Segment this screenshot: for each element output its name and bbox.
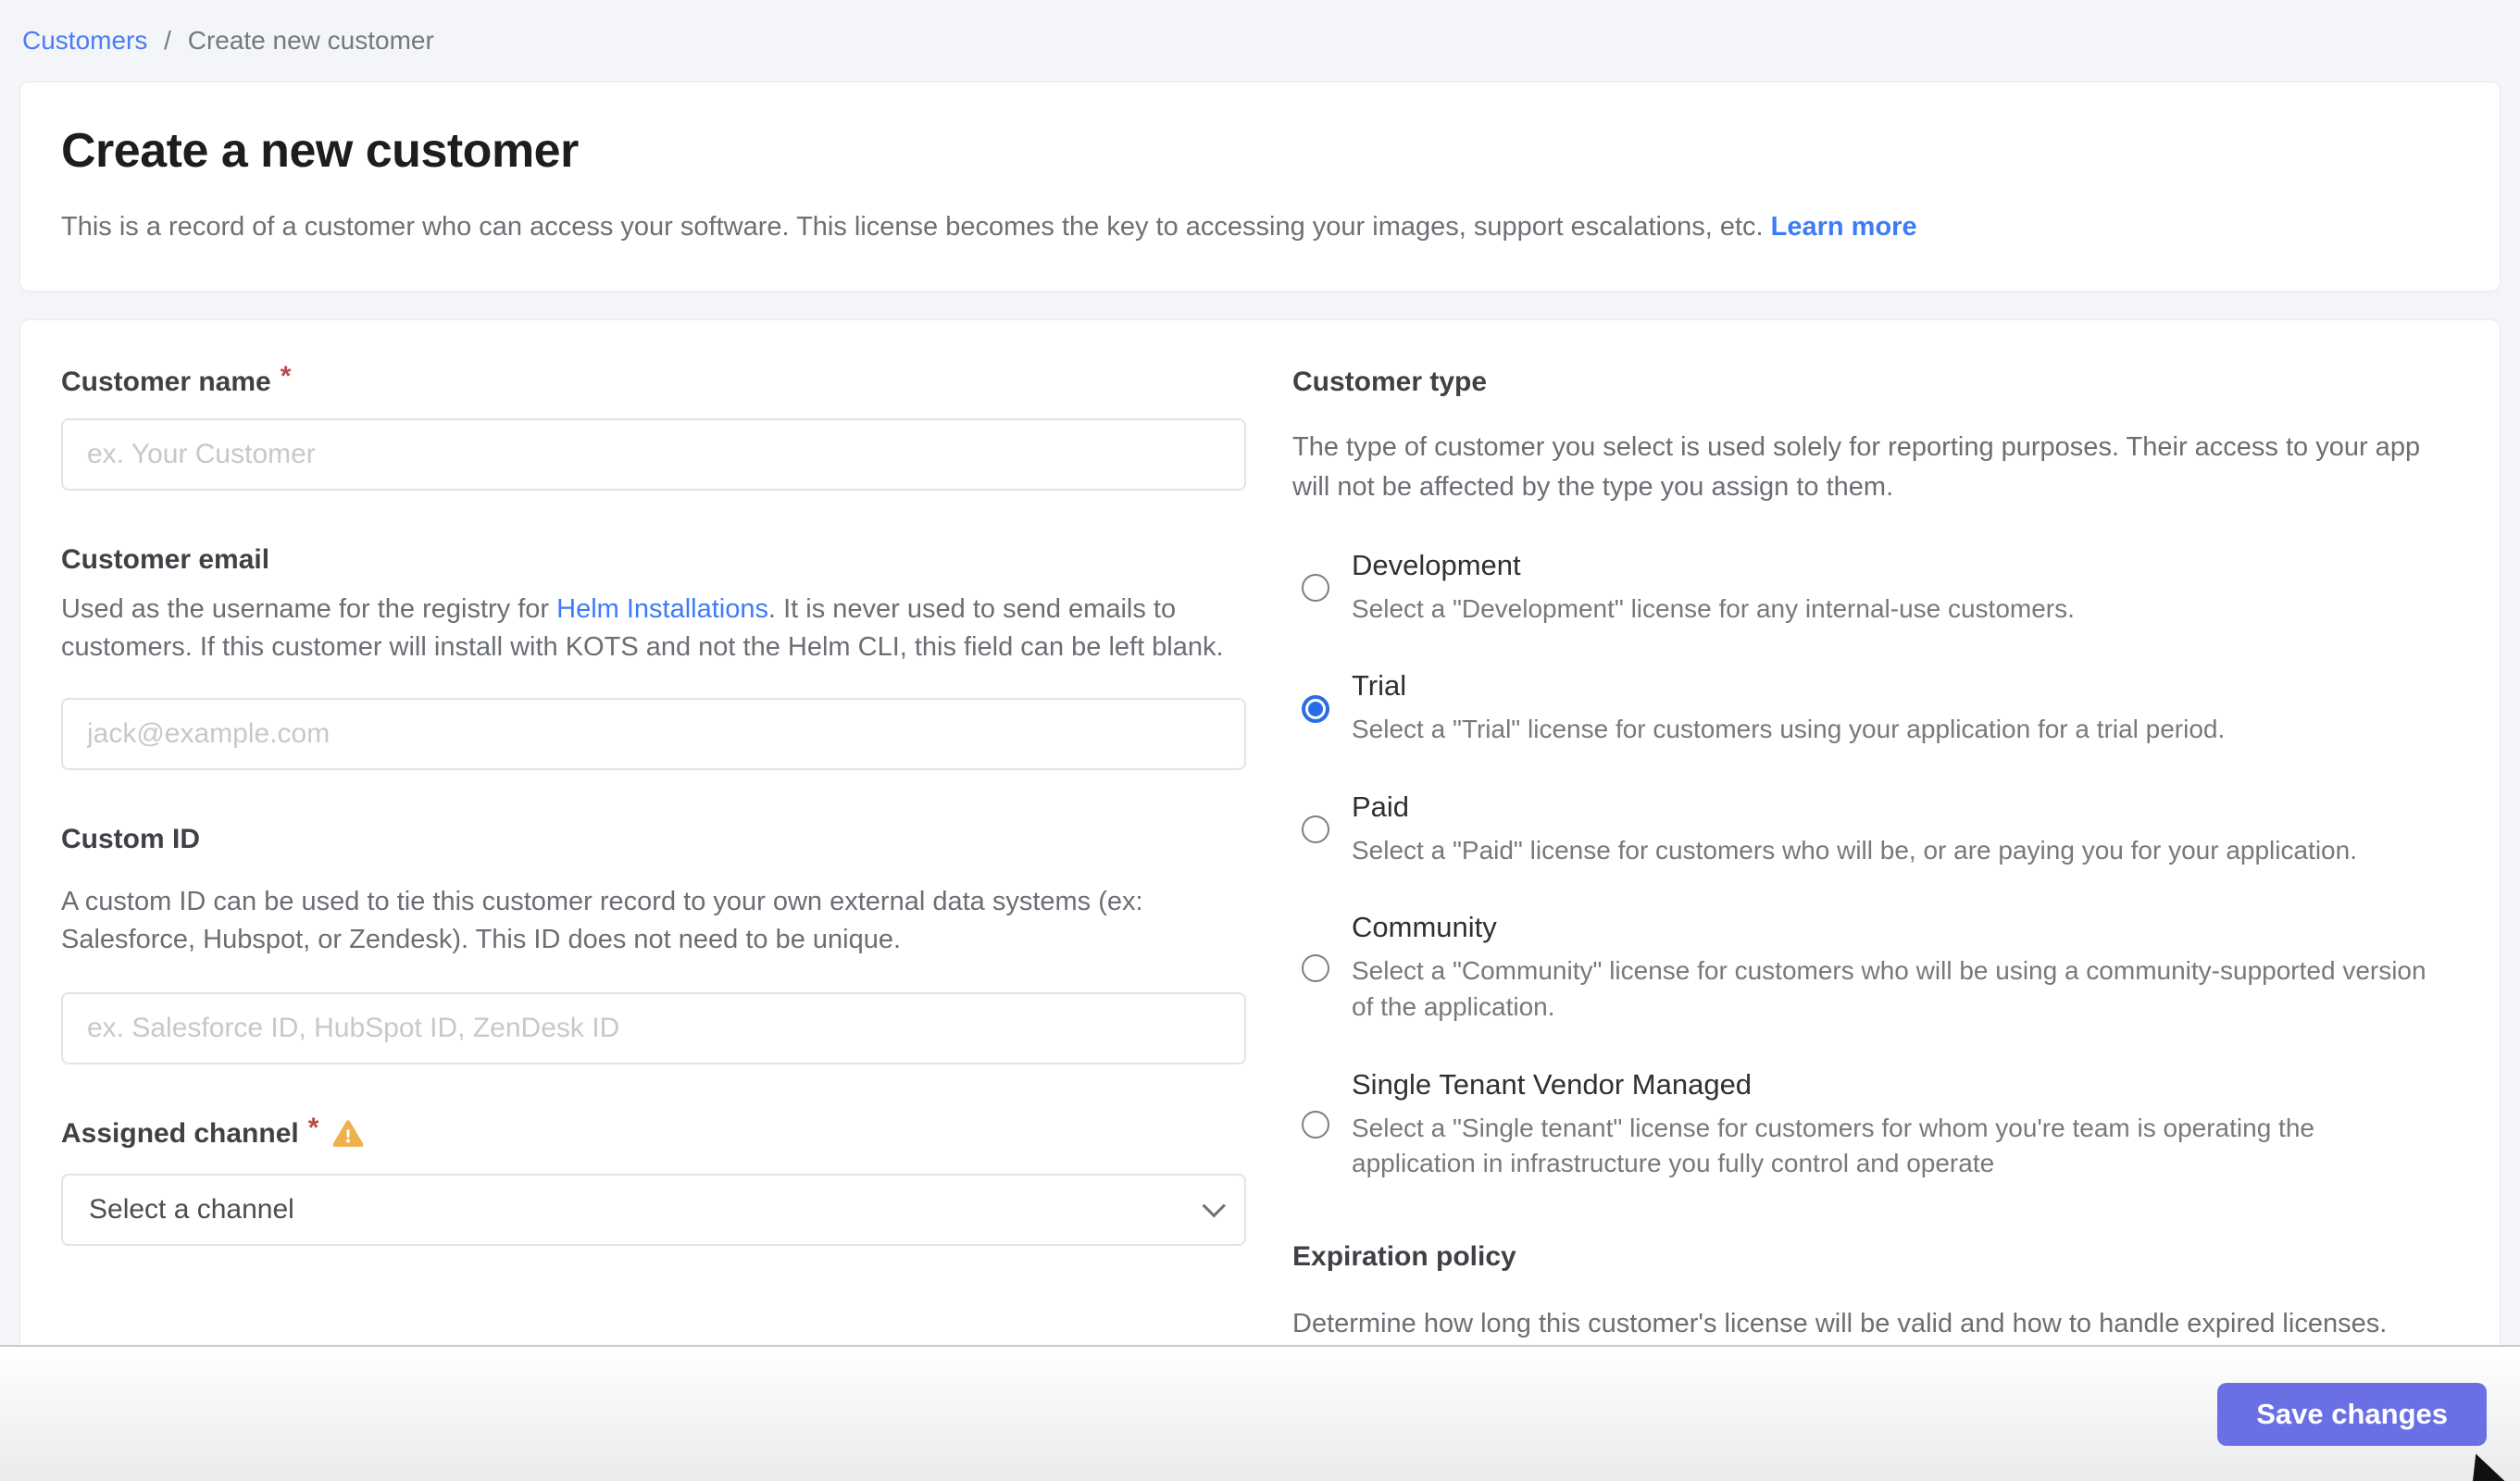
assigned-channel-field-group: Assigned channel * Select a channel (61, 1118, 1246, 1246)
custom-id-label: Custom ID (61, 824, 1246, 855)
warning-triangle-icon (331, 1118, 365, 1150)
customer-type-options: Development Select a "Development" licen… (1302, 549, 2459, 1182)
expiration-policy-section: Expiration policy Determine how long thi… (1292, 1241, 2459, 1345)
option-single-tenant-text: Single Tenant Vendor Managed Select a "S… (1352, 1068, 2444, 1182)
page-description-text: This is a record of a customer who can a… (61, 212, 1764, 242)
page-description: This is a record of a customer who can a… (61, 208, 2459, 246)
option-single-tenant-description: Select a "Single tenant" license for cus… (1352, 1111, 2444, 1182)
required-asterisk: * (281, 361, 292, 392)
radio-single-tenant-vendor-managed[interactable] (1302, 1111, 1329, 1139)
helm-installations-link[interactable]: Helm Installations (556, 594, 768, 624)
channel-select[interactable]: Select a channel (61, 1174, 1246, 1246)
customer-name-label: Customer name * (61, 367, 1246, 398)
required-asterisk: * (308, 1113, 319, 1144)
save-changes-button[interactable]: Save changes (2217, 1383, 2487, 1446)
option-community-description: Select a "Community" license for custome… (1352, 953, 2444, 1025)
option-development-description: Select a "Development" license for any i… (1352, 591, 2075, 628)
option-community: Community Select a "Community" license f… (1302, 911, 2459, 1025)
option-community-text: Community Select a "Community" license f… (1352, 911, 2444, 1025)
form-left-column: Customer name * Customer email Used as t… (61, 367, 1246, 1247)
option-community-label[interactable]: Community (1352, 911, 2444, 944)
header-card: Create a new customer This is a record o… (19, 81, 2501, 292)
create-customer-form: Customer name * Customer email Used as t… (19, 319, 2501, 1359)
option-paid: Paid Select a "Paid" license for custome… (1302, 790, 2459, 869)
customer-type-label: Customer type (1292, 367, 2459, 398)
option-paid-description: Select a "Paid" license for customers wh… (1352, 833, 2357, 869)
option-trial-description: Select a "Trial" license for customers u… (1352, 712, 2225, 748)
custom-id-input[interactable] (61, 992, 1246, 1064)
option-development-text: Development Select a "Development" licen… (1352, 549, 2075, 628)
customer-email-input[interactable] (61, 698, 1246, 770)
radio-trial[interactable] (1302, 695, 1329, 723)
custom-id-label-text: Custom ID (61, 824, 200, 855)
chevron-down-icon (1203, 1194, 1226, 1217)
assigned-channel-label-text: Assigned channel (61, 1118, 299, 1150)
custom-id-field-group: Custom ID A custom ID can be used to tie… (61, 824, 1246, 1064)
form-footer: Save changes (0, 1345, 2520, 1481)
option-development-label[interactable]: Development (1352, 549, 2075, 582)
radio-paid[interactable] (1302, 815, 1329, 843)
option-paid-text: Paid Select a "Paid" license for custome… (1352, 790, 2357, 869)
customer-name-field-group: Customer name * (61, 367, 1246, 491)
customer-type-description: The type of customer you select is used … (1292, 428, 2440, 508)
page-title: Create a new customer (61, 123, 2459, 179)
customer-email-help: Used as the username for the registry fo… (61, 591, 1246, 666)
channel-select-value: Select a channel (89, 1194, 294, 1226)
option-trial: Trial Select a "Trial" license for custo… (1302, 669, 2459, 748)
breadcrumb-link-customers[interactable]: Customers (22, 26, 147, 55)
breadcrumb-separator: / (164, 26, 171, 55)
option-paid-label[interactable]: Paid (1352, 790, 2357, 824)
customer-name-label-text: Customer name (61, 367, 271, 398)
expiration-policy-description: Determine how long this customer's licen… (1292, 1304, 2440, 1345)
option-development: Development Select a "Development" licen… (1302, 549, 2459, 628)
radio-development[interactable] (1302, 574, 1329, 602)
assigned-channel-label: Assigned channel * (61, 1118, 1246, 1150)
option-trial-text: Trial Select a "Trial" license for custo… (1352, 669, 2225, 748)
customer-email-label: Customer email (61, 544, 1246, 576)
radio-community[interactable] (1302, 954, 1329, 982)
expiration-policy-label: Expiration policy (1292, 1241, 2459, 1273)
form-right-column: Customer type The type of customer you s… (1292, 367, 2459, 1345)
customer-email-label-text: Customer email (61, 544, 269, 576)
customer-email-help-text: Used as the username for the registry fo… (61, 594, 556, 624)
option-single-tenant-label[interactable]: Single Tenant Vendor Managed (1352, 1068, 2444, 1101)
learn-more-link[interactable]: Learn more (1771, 212, 1917, 242)
customer-email-field-group: Customer email Used as the username for … (61, 544, 1246, 770)
customer-name-input[interactable] (61, 418, 1246, 491)
breadcrumb: Customers / Create new customer (0, 0, 2520, 56)
option-single-tenant-vendor-managed: Single Tenant Vendor Managed Select a "S… (1302, 1068, 2459, 1182)
breadcrumb-current: Create new customer (188, 26, 434, 55)
option-trial-label[interactable]: Trial (1352, 669, 2225, 703)
custom-id-help: A custom ID can be used to tie this cust… (61, 883, 1246, 959)
